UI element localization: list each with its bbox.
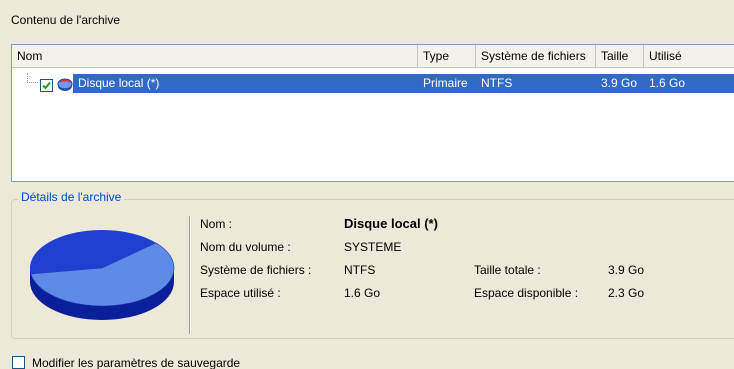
detail-total-value: 3.9 Go — [608, 263, 645, 277]
column-header-name[interactable]: Nom — [12, 45, 418, 67]
detail-name-value: Disque local (*) — [344, 216, 438, 231]
disk-icon — [57, 78, 73, 91]
archive-contents-title: Contenu de l'archive — [11, 13, 121, 27]
row-used: 1.6 Go — [649, 76, 686, 90]
list-header: Nom Type Système de fichiers Taille Util… — [12, 45, 734, 68]
row-size: 3.9 Go — [601, 76, 638, 90]
detail-fs-label: Système de fichiers : — [200, 263, 312, 277]
archive-window: Contenu de l'archive Nom Type Système de… — [0, 0, 734, 369]
detail-name-label: Nom : — [200, 217, 233, 231]
row-type: Primaire — [423, 76, 468, 90]
detail-used-value: 1.6 Go — [344, 286, 381, 300]
detail-used-label: Espace utilisé : — [200, 286, 281, 300]
usage-pie-chart — [30, 230, 175, 320]
column-header-type[interactable]: Type — [418, 45, 476, 67]
tree-connector — [27, 73, 38, 83]
details-title: Détails de l'archive — [18, 190, 125, 204]
detail-fs-value: NTFS — [344, 263, 376, 277]
row-filesystem: NTFS — [481, 76, 513, 90]
column-header-used[interactable]: Utilisé — [644, 45, 734, 67]
modify-params-checkbox[interactable] — [12, 356, 25, 369]
archive-list[interactable]: Nom Type Système de fichiers Taille Util… — [11, 44, 734, 182]
table-row[interactable]: Disque local (*) Primaire NTFS 3.9 Go 1.… — [73, 74, 734, 93]
row-checkbox[interactable] — [40, 79, 53, 92]
column-header-size[interactable]: Taille — [596, 45, 644, 67]
detail-total-label: Taille totale : — [474, 263, 541, 277]
check-icon — [42, 81, 51, 90]
details-divider — [189, 216, 191, 334]
detail-free-value: 2.3 Go — [608, 286, 645, 300]
detail-free-label: Espace disponible : — [474, 286, 579, 300]
column-header-filesystem[interactable]: Système de fichiers — [476, 45, 596, 67]
row-name: Disque local (*) — [78, 76, 160, 90]
modify-params-label[interactable]: Modifier les paramètres de sauvegarde — [32, 356, 240, 369]
detail-volume-value: SYSTEME — [344, 240, 402, 254]
detail-volume-label: Nom du volume : — [200, 240, 291, 254]
